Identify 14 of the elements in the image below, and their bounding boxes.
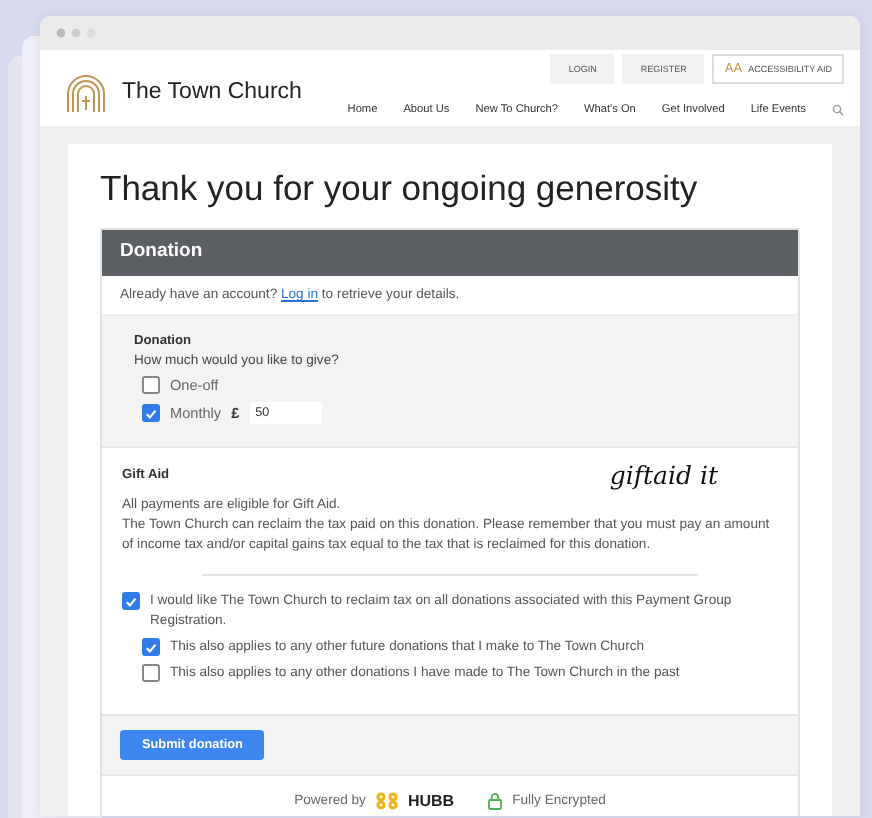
site-title[interactable]: The Town Church: [122, 80, 302, 104]
panel-title: Donation: [102, 230, 798, 276]
checkbox[interactable]: [142, 376, 160, 394]
page-title: Thank you for your ongoing generosity: [100, 166, 700, 212]
checkbox[interactable]: [122, 592, 140, 610]
arch-logo-icon: [66, 73, 106, 111]
search-icon[interactable]: [832, 104, 844, 116]
gift-aid-logo: giftaid it: [609, 460, 718, 490]
padlock-icon: [488, 792, 503, 810]
brand-name: HUBB: [407, 792, 455, 810]
checkbox[interactable]: [142, 664, 160, 682]
checkbox[interactable]: [142, 638, 160, 656]
hubb-logo-icon: [375, 792, 398, 810]
checkbox[interactable]: [142, 404, 160, 422]
